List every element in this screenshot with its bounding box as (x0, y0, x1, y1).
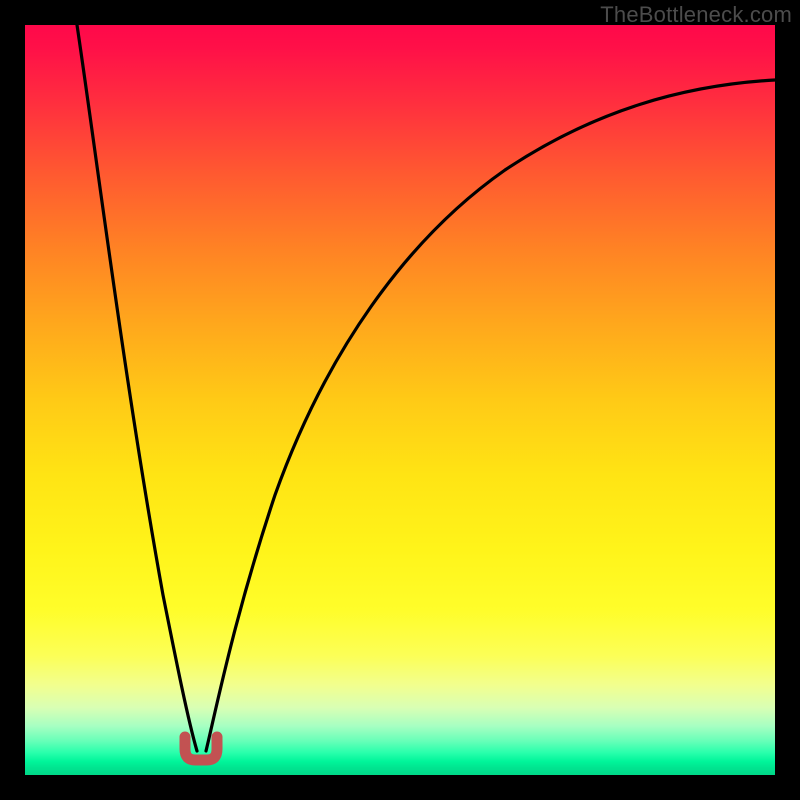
left-branch-curve (77, 25, 197, 751)
gradient-plot-area (25, 25, 775, 775)
curve-layer (25, 25, 775, 775)
bottleneck-marker (185, 737, 217, 760)
right-branch-curve (206, 80, 775, 751)
watermark-text: TheBottleneck.com (600, 2, 792, 28)
